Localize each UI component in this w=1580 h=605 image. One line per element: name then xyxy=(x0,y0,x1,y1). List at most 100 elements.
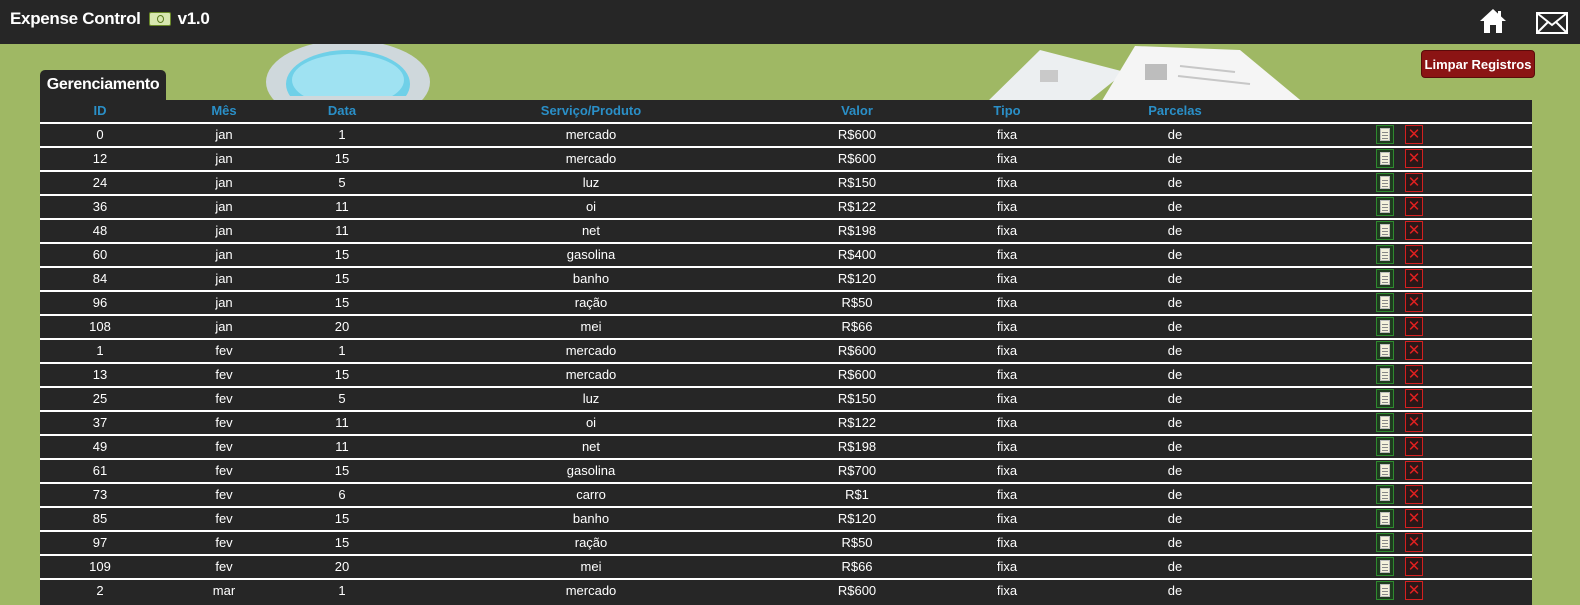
edit-icon[interactable] xyxy=(1376,581,1394,600)
delete-icon[interactable]: ✕ xyxy=(1405,413,1423,432)
cell-mes: fev xyxy=(215,343,233,358)
table-header-row: ID Mês Data Serviço/Produto Valor Tipo P… xyxy=(40,100,1532,122)
mail-icon[interactable] xyxy=(1536,10,1568,36)
delete-icon[interactable]: ✕ xyxy=(1405,533,1423,552)
edit-icon[interactable] xyxy=(1376,149,1394,168)
document-icon xyxy=(1380,176,1390,189)
edit-icon[interactable] xyxy=(1376,557,1394,576)
cell-mes: fev xyxy=(215,367,233,382)
cell-id: 97 xyxy=(92,535,108,550)
document-icon xyxy=(1380,416,1390,429)
table-row: 84 jan 15 banho R$120 fixa de ✕ xyxy=(40,266,1532,290)
delete-icon[interactable]: ✕ xyxy=(1405,365,1423,384)
edit-icon[interactable] xyxy=(1376,437,1394,456)
cell-parcelas: de xyxy=(1167,223,1183,238)
cell-id: 85 xyxy=(92,511,108,526)
cell-tipo: fixa xyxy=(996,295,1018,310)
column-header-data[interactable]: Data xyxy=(282,100,402,122)
cell-data: 1 xyxy=(338,343,346,358)
column-header-parcelas[interactable]: Parcelas xyxy=(1115,100,1235,122)
edit-icon[interactable] xyxy=(1376,197,1394,216)
delete-icon[interactable]: ✕ xyxy=(1405,461,1423,480)
cell-id: 108 xyxy=(89,319,111,334)
edit-icon[interactable] xyxy=(1376,509,1394,528)
cell-servico: oi xyxy=(585,415,597,430)
cell-data: 11 xyxy=(335,439,349,454)
delete-icon[interactable]: ✕ xyxy=(1405,197,1423,216)
cell-mes: fev xyxy=(215,463,233,478)
edit-icon[interactable] xyxy=(1376,461,1394,480)
edit-icon[interactable] xyxy=(1376,341,1394,360)
edit-icon[interactable] xyxy=(1376,533,1394,552)
column-header-servico[interactable]: Serviço/Produto xyxy=(471,100,711,122)
delete-icon[interactable]: ✕ xyxy=(1405,173,1423,192)
cell-valor: R$122 xyxy=(837,415,877,430)
column-header-valor[interactable]: Valor xyxy=(797,100,917,122)
cell-valor: R$600 xyxy=(837,367,877,382)
cell-tipo: fixa xyxy=(996,175,1018,190)
delete-icon[interactable]: ✕ xyxy=(1405,245,1423,264)
delete-icon[interactable]: ✕ xyxy=(1405,389,1423,408)
delete-icon[interactable]: ✕ xyxy=(1405,341,1423,360)
edit-icon[interactable] xyxy=(1376,173,1394,192)
cell-mes: fev xyxy=(215,487,233,502)
cell-parcelas: de xyxy=(1167,415,1183,430)
column-header-mes[interactable]: Mês xyxy=(164,100,284,122)
delete-icon[interactable]: ✕ xyxy=(1405,437,1423,456)
table-row: 97 fev 15 ração R$50 fixa de ✕ xyxy=(40,530,1532,554)
cell-id: 48 xyxy=(92,223,108,238)
top-navbar: Expense Control v1.0 xyxy=(0,0,1580,44)
delete-icon[interactable]: ✕ xyxy=(1405,269,1423,288)
edit-icon[interactable] xyxy=(1376,269,1394,288)
clear-records-button[interactable]: Limpar Registros xyxy=(1421,50,1535,78)
delete-icon[interactable]: ✕ xyxy=(1405,149,1423,168)
cell-servico: mercado xyxy=(565,127,617,142)
edit-icon[interactable] xyxy=(1376,293,1394,312)
money-icon xyxy=(148,12,171,26)
cell-parcelas: de xyxy=(1167,127,1183,142)
cell-data: 15 xyxy=(334,463,350,478)
cell-parcelas: de xyxy=(1167,535,1183,550)
cell-parcelas: de xyxy=(1167,319,1183,334)
edit-icon[interactable] xyxy=(1376,125,1394,144)
cell-id: 37 xyxy=(92,415,108,430)
cell-servico: luz xyxy=(582,391,600,406)
edit-icon[interactable] xyxy=(1376,413,1394,432)
edit-icon[interactable] xyxy=(1376,365,1394,384)
table-row: 25 fev 5 luz R$150 fixa de ✕ xyxy=(40,386,1532,410)
cell-valor: R$120 xyxy=(837,271,877,286)
table-row: 2 mar 1 mercado R$600 fixa de ✕ xyxy=(40,578,1532,602)
document-icon xyxy=(1380,512,1390,525)
delete-icon[interactable]: ✕ xyxy=(1405,581,1423,600)
column-header-tipo[interactable]: Tipo xyxy=(947,100,1067,122)
edit-icon[interactable] xyxy=(1376,317,1394,336)
cell-mes: jan xyxy=(215,175,233,190)
cell-valor: R$50 xyxy=(841,535,873,550)
cell-servico: mercado xyxy=(565,151,617,166)
document-icon xyxy=(1380,344,1390,357)
edit-icon[interactable] xyxy=(1376,245,1394,264)
document-icon xyxy=(1380,296,1390,309)
delete-icon[interactable]: ✕ xyxy=(1405,485,1423,504)
cell-valor: R$122 xyxy=(837,199,877,214)
delete-icon[interactable]: ✕ xyxy=(1405,293,1423,312)
delete-icon[interactable]: ✕ xyxy=(1405,317,1423,336)
document-icon xyxy=(1380,560,1390,573)
edit-icon[interactable] xyxy=(1376,389,1394,408)
cell-tipo: fixa xyxy=(996,535,1018,550)
delete-icon[interactable]: ✕ xyxy=(1405,221,1423,240)
delete-icon[interactable]: ✕ xyxy=(1405,125,1423,144)
cell-id: 12 xyxy=(92,151,108,166)
edit-icon[interactable] xyxy=(1376,485,1394,504)
table-row: 108 jan 20 mei R$66 fixa de ✕ xyxy=(40,314,1532,338)
column-header-id[interactable]: ID xyxy=(40,100,160,122)
tab-gerenciamento[interactable]: Gerenciamento xyxy=(40,70,166,100)
cell-mes: jan xyxy=(215,127,233,142)
home-icon[interactable] xyxy=(1478,6,1508,36)
cell-parcelas: de xyxy=(1167,295,1183,310)
edit-icon[interactable] xyxy=(1376,221,1394,240)
delete-icon[interactable]: ✕ xyxy=(1405,509,1423,528)
cell-data: 15 xyxy=(334,247,350,262)
cell-tipo: fixa xyxy=(996,583,1018,598)
delete-icon[interactable]: ✕ xyxy=(1405,557,1423,576)
